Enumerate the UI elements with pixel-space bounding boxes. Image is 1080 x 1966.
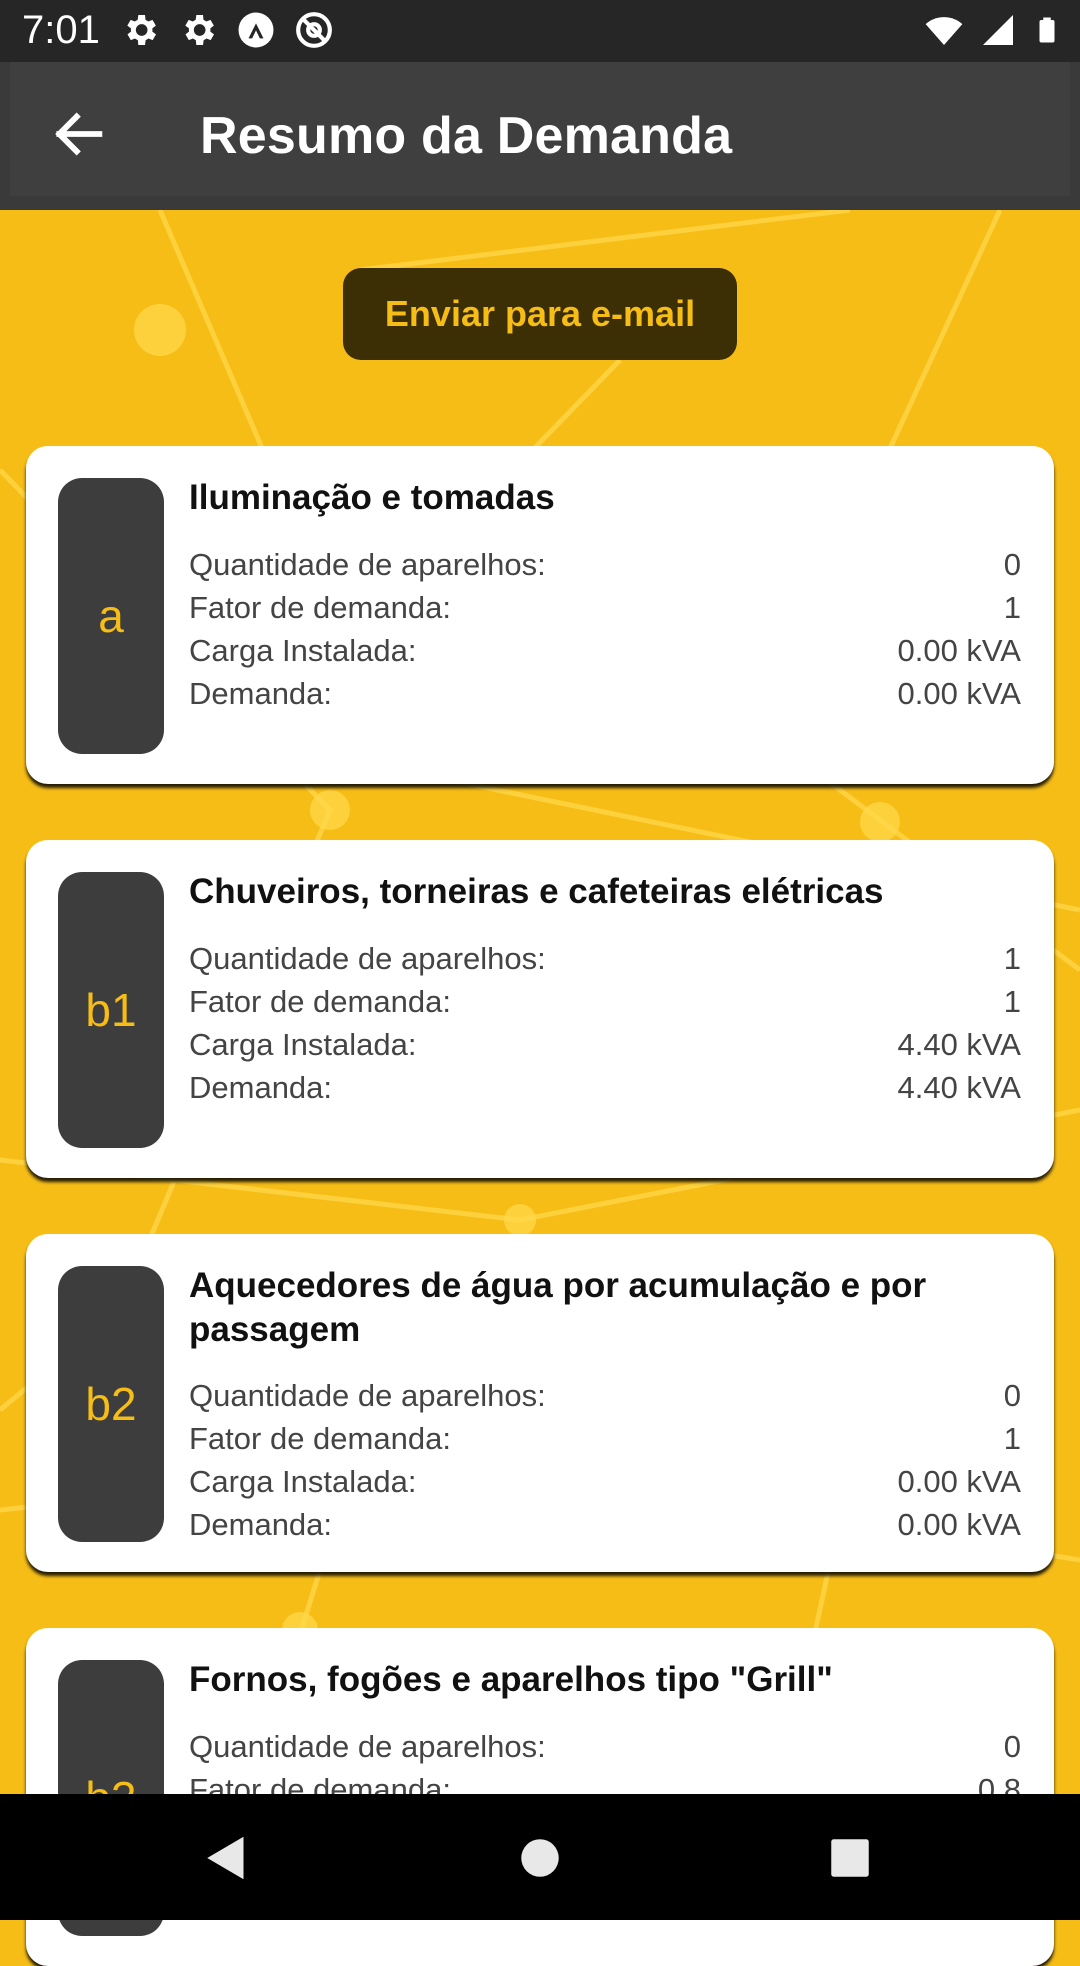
nav-back-icon[interactable] [196, 1828, 256, 1888]
row-demand-factor: Fator de demanda: 1 [189, 1417, 1021, 1460]
row-quantity: Quantidade de aparelhos: 0 [189, 543, 1021, 586]
card-badge: b2 [58, 1266, 164, 1542]
demand-card[interactable]: b2 Aquecedores de água por acumulação e … [26, 1234, 1054, 1572]
demand-card[interactable]: b1 Chuveiros, torneiras e cafeteiras elé… [26, 840, 1054, 1178]
row-value: 1 [1003, 984, 1021, 1019]
row-label: Demanda: [189, 676, 333, 711]
row-value: 0.00 kVA [897, 633, 1021, 668]
card-title: Aquecedores de água por acumulação e por… [189, 1266, 927, 1349]
row-value: 1 [1003, 941, 1021, 976]
send-email-button[interactable]: Enviar para e-mail [343, 268, 737, 360]
row-installed-load: Carga Instalada: 4.40 kVA [189, 1023, 1021, 1066]
system-nav-bar [0, 1794, 1080, 1920]
row-label: Demanda: [189, 1507, 333, 1542]
row-installed-load: Carga Instalada: 0.00 kVA [189, 1460, 1021, 1503]
status-icons-left [120, 10, 334, 50]
row-value: 0.00 kVA [897, 1507, 1021, 1542]
row-value: 1 [1003, 1421, 1021, 1456]
cell-signal-icon [983, 15, 1013, 45]
row-value: 4.40 kVA [897, 1070, 1021, 1105]
page-title: Resumo da Demanda [200, 107, 733, 165]
row-label: Demanda: [189, 1070, 333, 1105]
row-value: 0.00 kVA [897, 676, 1021, 711]
row-label: Fator de demanda: [189, 984, 451, 1019]
row-quantity: Quantidade de aparelhos: 1 [189, 937, 1021, 980]
row-installed-load: Carga Instalada: 0.00 kVA [189, 629, 1021, 672]
at-sign-icon [296, 12, 332, 48]
status-time: 7:01 [22, 8, 100, 52]
row-demand-factor: Fator de demanda: 1 [189, 980, 1021, 1023]
row-value: 4.40 kVA [897, 1027, 1021, 1062]
card-title: Iluminação e tomadas [189, 478, 555, 517]
nav-home-icon[interactable] [510, 1828, 570, 1888]
card-details: Quantidade de aparelhos: 1 Fator de deman… [189, 937, 1021, 1109]
row-demand: Demanda: 0.00 kVA [189, 1503, 1021, 1546]
row-value: 0 [1003, 1729, 1021, 1764]
back-arrow-icon[interactable] [46, 102, 110, 166]
settings-icon [185, 15, 214, 45]
row-label: Quantidade de aparelhos: [189, 941, 546, 976]
row-quantity: Quantidade de aparelhos: 0 [189, 1725, 1021, 1768]
card-details: Quantidade de aparelhos: 0 Fator de deman… [189, 1374, 1021, 1546]
row-label: Fator de demanda: [189, 1421, 451, 1456]
row-label: Quantidade de aparelhos: [189, 1378, 546, 1413]
row-demand-factor: Fator de demanda: 1 [189, 586, 1021, 629]
status-icons-right [924, 10, 1062, 50]
toolbar: Resumo da Demanda [10, 62, 1070, 196]
card-badge: b1 [58, 872, 164, 1148]
card-title: Chuveiros, torneiras e cafeteiras elétri… [189, 872, 884, 911]
card-badge: a [58, 478, 164, 754]
card-title: Fornos, fogões e aparelhos tipo "Grill" [189, 1660, 833, 1699]
app-bar: Resumo da Demanda [0, 62, 1080, 210]
row-value: 0 [1003, 1378, 1021, 1413]
card-details: Quantidade de aparelhos: 0 Fator de deman… [189, 543, 1021, 715]
row-label: Carga Instalada: [189, 633, 417, 668]
row-demand: Demanda: 4.40 kVA [189, 1066, 1021, 1109]
app-notification-icon [238, 12, 274, 48]
battery-icon [1039, 17, 1055, 43]
row-label: Carga Instalada: [189, 1027, 417, 1062]
row-demand: Demanda: 0.00 kVA [189, 672, 1021, 715]
settings-icon [127, 15, 156, 45]
row-value: 0.00 kVA [897, 1464, 1021, 1499]
row-value: 1 [1003, 590, 1021, 625]
status-bar: 7:01 [0, 0, 1080, 62]
demand-card[interactable]: a Iluminação e tomadas Quantidade de apa… [26, 446, 1054, 784]
row-label: Quantidade de aparelhos: [189, 1729, 546, 1764]
row-value: 0 [1003, 547, 1021, 582]
nav-recents-icon[interactable] [820, 1828, 880, 1888]
row-quantity: Quantidade de aparelhos: 0 [189, 1374, 1021, 1417]
row-label: Quantidade de aparelhos: [189, 547, 546, 582]
row-label: Carga Instalada: [189, 1464, 417, 1499]
wifi-icon [925, 17, 963, 45]
row-label: Fator de demanda: [189, 590, 451, 625]
